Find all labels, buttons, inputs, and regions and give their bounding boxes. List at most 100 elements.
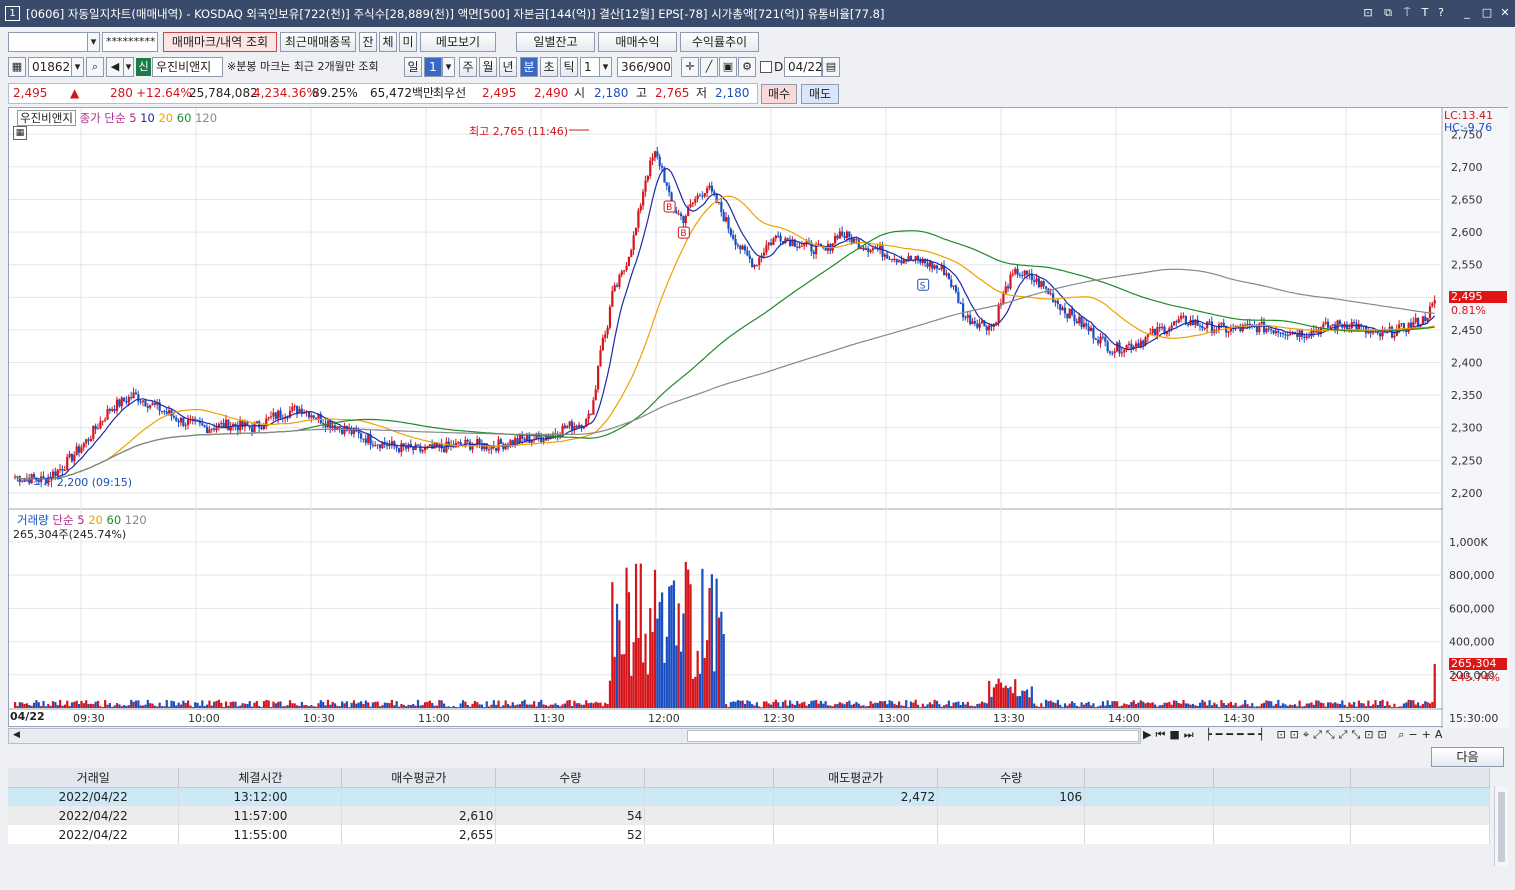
- interval-dropdown-icon[interactable]: ▾: [599, 57, 612, 77]
- bar-count-field[interactable]: 366/900: [617, 57, 672, 77]
- save-icon[interactable]: ▣: [719, 57, 737, 77]
- candle-body: [115, 399, 119, 411]
- profit-trend-button[interactable]: 수익률추이: [680, 32, 759, 52]
- volume-bar: [528, 704, 531, 708]
- buy-button[interactable]: 매수: [761, 84, 797, 104]
- volume-bar: [969, 705, 972, 708]
- close-icon[interactable]: ✕: [1498, 6, 1512, 20]
- column-header-2[interactable]: 매수평균가: [341, 768, 497, 788]
- stop-icon[interactable]: ■: [1169, 728, 1183, 741]
- volume-bar: [96, 700, 100, 708]
- rewind-icon[interactable]: ⏮: [1155, 728, 1169, 741]
- volume-bar: [265, 699, 268, 708]
- recent-trade-items-button[interactable]: 최근매매종목: [280, 32, 356, 52]
- volume-bar: [1127, 704, 1131, 708]
- text-icon[interactable]: T: [1418, 6, 1432, 20]
- period-year-button[interactable]: 년: [499, 57, 517, 77]
- period-month-button[interactable]: 월: [479, 57, 497, 77]
- period-minute-button[interactable]: 분: [520, 57, 538, 77]
- volume-bar: [544, 705, 548, 708]
- restore-icon[interactable]: ⊡: [1361, 6, 1375, 20]
- chart-settings-icon[interactable]: ▦: [8, 57, 26, 77]
- plus-icon[interactable]: +: [1422, 728, 1435, 741]
- zoom-in-icon[interactable]: ⌕: [1398, 728, 1408, 741]
- account-dropdown-icon[interactable]: ▾: [87, 32, 100, 52]
- period-day-count[interactable]: 1: [424, 57, 442, 77]
- table-row[interactable]: 2022/04/22 11:55:00 2,655 52: [8, 825, 1491, 844]
- table-scroll-thumb[interactable]: [1498, 792, 1505, 862]
- help-icon[interactable]: ?: [1434, 6, 1448, 20]
- link-icon[interactable]: ⧉: [1381, 6, 1395, 20]
- interval-input[interactable]: 1: [580, 57, 600, 77]
- unfilled-button[interactable]: 미: [399, 32, 417, 52]
- column-header-5[interactable]: 매도평균가: [773, 768, 939, 788]
- maximize-icon[interactable]: □: [1480, 6, 1494, 20]
- gear-icon[interactable]: ⚙: [738, 57, 756, 77]
- code-dropdown-icon[interactable]: ▾: [71, 57, 84, 77]
- column-header-9[interactable]: [1350, 768, 1491, 788]
- column-header-4[interactable]: [644, 768, 775, 788]
- speaker-icon[interactable]: ◀: [106, 57, 124, 77]
- account-input[interactable]: [8, 32, 88, 52]
- column-header-8[interactable]: [1213, 768, 1351, 788]
- column-header-1[interactable]: 체결시간: [178, 768, 343, 788]
- candle-body: [542, 440, 545, 443]
- date-input[interactable]: 04/22: [784, 57, 823, 77]
- candle-body: [1331, 324, 1334, 327]
- play-icon[interactable]: ▶: [1143, 728, 1155, 741]
- period-day-button[interactable]: 일: [404, 57, 422, 77]
- volume-bar: [141, 705, 145, 708]
- memo-view-button[interactable]: 메모보기: [420, 32, 496, 52]
- sell-button[interactable]: 매도: [801, 84, 839, 104]
- table-scrollbar[interactable]: [1494, 786, 1508, 866]
- column-header-7[interactable]: [1084, 768, 1215, 788]
- date-checkbox[interactable]: [760, 61, 772, 73]
- search-icon[interactable]: ⌕: [86, 57, 104, 77]
- trade-mark-query-button[interactable]: 매매마크/내역 조회: [163, 32, 277, 52]
- candle-body: [400, 443, 403, 453]
- scrollbar-thumb[interactable]: [687, 730, 1139, 742]
- grid-table-icon[interactable]: ▦: [13, 126, 27, 140]
- volume-bar: [248, 701, 251, 708]
- chart-area[interactable]: 2,2002,2502,3002,3502,4002,4502,5002,550…: [8, 107, 1509, 728]
- chart-scrollbar[interactable]: ◀: [8, 728, 1141, 744]
- font-icon[interactable]: A: [1435, 728, 1447, 741]
- minus-icon[interactable]: −: [1408, 728, 1421, 741]
- table-row[interactable]: 2022/04/22 13:12:00 2,472 106: [8, 787, 1491, 806]
- calendar-icon[interactable]: ▤: [822, 57, 840, 77]
- period-second-button[interactable]: 초: [540, 57, 558, 77]
- candle-body: [1324, 321, 1327, 324]
- period-tick-button[interactable]: 틱: [560, 57, 578, 77]
- column-header-0[interactable]: 거래일: [8, 768, 180, 788]
- draw-line-icon[interactable]: ╱: [700, 57, 718, 77]
- column-header-6[interactable]: 수량: [937, 768, 1086, 788]
- candle-body: [194, 418, 197, 420]
- stock-code-input[interactable]: 018620: [28, 57, 78, 77]
- day-count-dropdown-icon[interactable]: ▾: [442, 57, 455, 77]
- volume-bar: [966, 701, 969, 708]
- volume-bar: [921, 703, 924, 708]
- candle-body: [898, 260, 901, 263]
- chart-nav-icons[interactable]: ▶⏮■⏭ ┝━━━━┥ ⊡⊡⌖⤢⤡⤢⤡⊡⊡ ⌕−+A: [1143, 728, 1508, 744]
- scroll-left-icon[interactable]: ◀: [13, 730, 20, 740]
- zoom-slider-icon[interactable]: ┝━━━━┥: [1205, 728, 1269, 741]
- column-header-3[interactable]: 수량: [495, 768, 646, 788]
- speaker-dropdown-icon[interactable]: ▾: [123, 57, 134, 77]
- volume-bar: [440, 700, 443, 708]
- pin-icon[interactable]: ⍑: [1400, 6, 1414, 20]
- table-row[interactable]: 2022/04/22 11:57:00 2,610 54: [8, 806, 1491, 825]
- price-volume-chart[interactable]: 2,2002,2502,3002,3502,4002,4502,5002,550…: [9, 108, 1509, 728]
- balance-button[interactable]: 잔: [359, 32, 377, 52]
- next-button[interactable]: 다음: [1431, 747, 1504, 767]
- chart-tools-icon[interactable]: ⊡⊡⌖⤢⤡⤢⤡⊡⊡: [1276, 728, 1390, 741]
- trade-profit-button[interactable]: 매매수익: [598, 32, 677, 52]
- crosshair-icon[interactable]: ✛: [681, 57, 699, 77]
- filled-button[interactable]: 체: [379, 32, 397, 52]
- password-input[interactable]: *********: [102, 32, 158, 52]
- daily-balance-button[interactable]: 일별잔고: [516, 32, 595, 52]
- price-legend-name: 우진비앤지: [17, 110, 76, 126]
- period-week-button[interactable]: 주: [459, 57, 477, 77]
- minimize-icon[interactable]: _: [1460, 6, 1474, 20]
- forward-icon[interactable]: ⏭: [1184, 728, 1198, 741]
- volume-bar: [409, 705, 412, 708]
